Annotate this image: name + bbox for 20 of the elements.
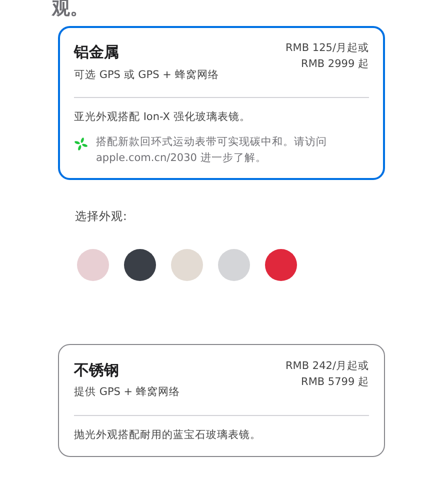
full-price: RMB 5799 起 [300,374,369,390]
monthly-price: RMB 125/月起或 [286,41,369,56]
color-swatch[interactable] [171,248,203,281]
finish-label: 选择外观: [75,208,128,225]
color-swatch[interactable] [77,248,109,281]
finish-description: 抛光外观搭配耐用的蓝宝石玻璃表镜。 [74,428,262,444]
model-option-card[interactable]: 不锈钢 提供 GPS + 蜂窝网络 RMB 242/月起或 RMB 5799 起 抛光外观搭配耐用的蓝宝石玻璃表镜。 [58,344,385,457]
model-option-card[interactable]: 铝金属 可选 GPS 或 GPS + 蜂窝网络 RMB 125/月起或 RMB 2999 起 亚光外观搭配 Ion-X 强化玻璃表镜。 搭配新款回环式运动表带可实现碳中和。请访问 apple.com.cn/2030 进一步了解。 [58,26,385,180]
full-price: RMB 2999 起 [300,56,369,72]
pinwheel-icon [74,137,88,151]
model-name: 不锈钢 [74,360,120,381]
carbon-neutral-note: 搭配新款回环式运动表带可实现碳中和。请访问 apple.com.cn/2030 进一步了解。 [96,135,328,166]
connectivity-text: 提供 GPS + 蜂窝网络 [74,385,180,400]
finish-description: 亚光外观搭配 Ion-X 强化玻璃表镜。 [74,110,252,126]
connectivity-text: 可选 GPS 或 GPS + 蜂窝网络 [74,68,219,82]
color-swatch[interactable] [218,248,250,281]
monthly-price: RMB 242/月起或 [286,358,369,374]
color-swatch[interactable] [124,248,156,281]
model-name: 铝金属 [74,42,120,63]
color-swatch[interactable] [265,248,297,281]
